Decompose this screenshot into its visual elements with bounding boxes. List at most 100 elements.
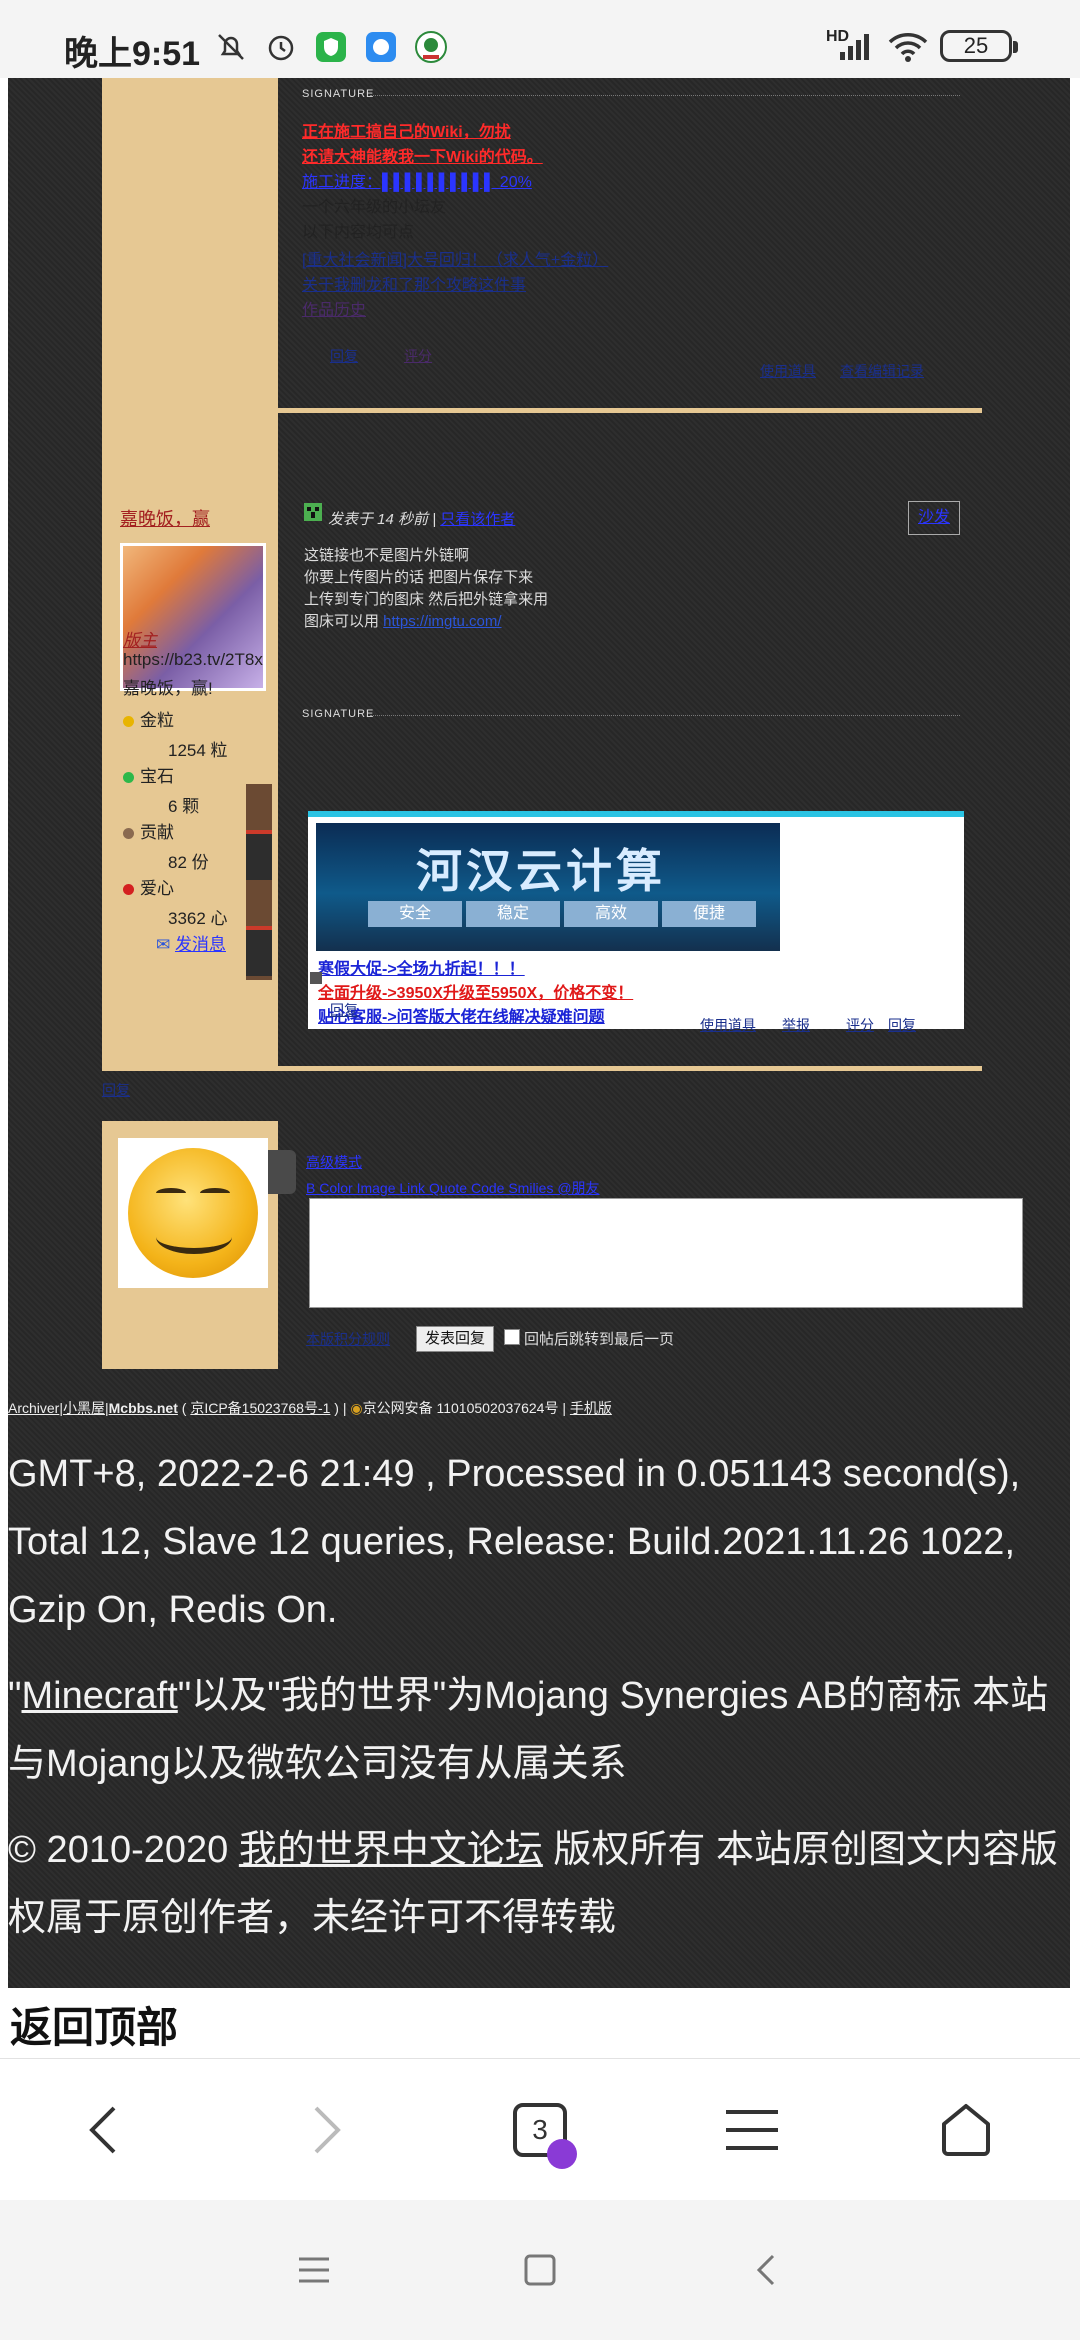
stat-gem: 宝石 xyxy=(123,762,174,787)
send-message-link[interactable]: 发消息 xyxy=(175,935,226,954)
home-nav-button[interactable] xyxy=(490,2230,590,2310)
forward-button[interactable] xyxy=(266,2059,386,2201)
submit-reply-button[interactable]: 发表回复 xyxy=(416,1326,494,1352)
back-nav-button[interactable] xyxy=(716,2230,816,2310)
post-meta: 发表于 14 秒前 | 只看该作者 xyxy=(328,511,516,528)
signature-line[interactable]: 正在施工搞自己的Wiki，勿扰 xyxy=(302,118,511,142)
ad-title: 河汉云计算 xyxy=(416,845,666,897)
ad-link[interactable]: 寒假大促->全场九折起！！！ xyxy=(318,955,525,979)
system-nav-bar xyxy=(0,2200,1080,2340)
hamburger-icon xyxy=(726,2110,778,2150)
imgtu-link[interactable]: https://imgtu.com/ xyxy=(383,613,501,630)
chevron-right-icon xyxy=(314,2106,341,2154)
quick-reply-label[interactable]: 回复 xyxy=(102,1080,130,1100)
tab-count: 3 xyxy=(513,2103,577,2169)
user-url: https://b23.tv/2T8x xyxy=(123,650,263,669)
reply-textarea[interactable] xyxy=(309,1198,1023,1308)
send-message-item[interactable]: ✉ 发消息 xyxy=(156,930,226,955)
browser-app-icon xyxy=(366,32,396,62)
battery-indicator: 25 xyxy=(940,30,1018,62)
brand-link[interactable]: Mcbbs.net xyxy=(109,1400,178,1416)
rate-link[interactable]: 评分 xyxy=(846,1015,874,1035)
post2-reply-link[interactable]: 回复 xyxy=(330,1000,358,1020)
post1-reply-link[interactable]: 回复 xyxy=(330,346,358,366)
stat-contribution-value: 82 份 xyxy=(168,853,209,872)
ad-link[interactable]: 全面升级->3950X升级至5950X，价格不变！ xyxy=(318,979,633,1003)
signature-link[interactable]: 关于我删龙和了那个攻略这件事 xyxy=(302,271,526,295)
blacklist-link[interactable]: 小黑屋 xyxy=(63,1400,105,1416)
tabs-button[interactable]: 3 xyxy=(480,2059,600,2201)
post1-rate-link[interactable]: 评分 xyxy=(404,346,432,366)
only-author-link[interactable]: 只看该作者 xyxy=(440,511,515,528)
signature-line[interactable]: 施工进度：▌▌▌▌▌▌▌▌▌▌ 20% xyxy=(302,168,532,192)
emblem-app-icon xyxy=(415,31,447,63)
post-divider xyxy=(102,1066,982,1071)
minecraft-link[interactable]: Minecraft xyxy=(22,1675,178,1717)
checkbox-label: 回帖后跳转到最后一页 xyxy=(524,1331,675,1348)
stat-contribution: 贡献 xyxy=(123,818,174,843)
post2-username[interactable]: 嘉晚饭，赢 xyxy=(120,505,210,531)
signature-line: 以下内容均可点 xyxy=(302,224,415,241)
signature-link[interactable]: [重大社会新闻]大号回归！（求人气+金粒） xyxy=(302,246,608,270)
contribution-icon xyxy=(123,828,134,840)
signature-line[interactable]: 还请大神能教我一下Wiki的代码。 xyxy=(302,143,543,167)
checkbox-icon xyxy=(310,972,322,984)
mute-bell-icon xyxy=(218,34,244,60)
square-icon xyxy=(524,2254,556,2286)
editor-toolbar[interactable]: B Color Image Link Quote Code Smilies @朋… xyxy=(306,1178,600,1198)
signature-ad[interactable]: 河汉云计算 安全 稳定 高效 便捷 寒假大促->全场九折起！！！ 全面升级->3… xyxy=(308,811,964,1029)
floor-number[interactable]: 沙发 xyxy=(908,501,960,535)
role-link[interactable]: 版主 xyxy=(123,631,157,650)
medal-column xyxy=(246,784,272,980)
jump-last-page-checkbox[interactable] xyxy=(504,1329,520,1345)
stat-gold-value: 1254 粒 xyxy=(168,741,228,760)
rules-link[interactable]: 本版积分规则 xyxy=(306,1329,390,1349)
ad-link[interactable]: 贴心客服->问答版大佬在线解决疑难问题 xyxy=(318,1003,605,1027)
icp-link[interactable]: 京ICP备15023768号-1 xyxy=(190,1400,330,1416)
back-button[interactable] xyxy=(44,2059,164,2201)
use-item-link[interactable]: 使用道具 xyxy=(700,1015,756,1035)
home-icon xyxy=(942,2104,990,2156)
signature-line: 一个六年级的小坛友 xyxy=(302,199,447,216)
home-button[interactable] xyxy=(906,2059,1026,2201)
forum-home-link[interactable]: 我的世界中文论坛 xyxy=(239,1829,543,1871)
advanced-mode-link[interactable]: 高级模式 xyxy=(306,1152,362,1172)
reply-link[interactable]: 回复 xyxy=(888,1015,916,1035)
post-body-line: 图床可以用 https://imgtu.com/ xyxy=(304,613,502,630)
browser-toolbar: 3 xyxy=(0,2058,1080,2200)
alarm-icon xyxy=(268,35,294,61)
signature-label: SIGNATURE xyxy=(302,88,964,100)
my-avatar[interactable] xyxy=(118,1138,268,1288)
signature-link[interactable]: 作品历史 xyxy=(302,296,366,320)
post-body-line: 你要上传图片的话 把图片保存下来 xyxy=(304,569,534,586)
copyright-notice: © 2010-2020 我的世界中文论坛 版权所有 本站原创图文内容版权属于原创… xyxy=(8,1829,1058,1939)
post-body-line: 上传到专门的图床 然后把外链拿来用 xyxy=(304,591,549,608)
use-item-link[interactable]: 使用道具 xyxy=(760,361,816,381)
ad-tag: 稳定 xyxy=(466,901,560,927)
ad-banner-image[interactable]: 河汉云计算 安全 稳定 高效 便捷 xyxy=(316,823,780,951)
mobile-link[interactable]: 手机版 xyxy=(570,1400,612,1416)
eye xyxy=(156,1188,186,1198)
wifi-icon xyxy=(888,33,928,62)
back-arrow-icon xyxy=(756,2254,775,2286)
menu-icon xyxy=(299,2257,329,2283)
edit-history-link[interactable]: 查看编辑记录 xyxy=(840,361,924,381)
police-badge-icon: ◉ xyxy=(350,1400,363,1416)
chevron-left-icon xyxy=(89,2106,116,2154)
menu-button[interactable] xyxy=(692,2059,812,2201)
envelope-icon: ✉ xyxy=(156,935,171,954)
post1-sidebar xyxy=(102,78,278,408)
gem-icon xyxy=(123,772,134,784)
eye xyxy=(200,1188,230,1198)
user-role: 版主 xyxy=(123,626,157,651)
post-body-line: 这链接也不是图片外链啊 xyxy=(304,547,470,564)
stat-gold: 金粒 xyxy=(123,706,174,731)
recents-button[interactable] xyxy=(264,2230,364,2310)
back-to-top-link[interactable]: 返回顶部 xyxy=(10,1994,178,2055)
ad-tag: 便捷 xyxy=(662,901,756,927)
forum-page: SIGNATURE 正在施工搞自己的Wiki，勿扰 还请大神能教我一下Wiki的… xyxy=(8,78,1070,1988)
processed-info: GMT+8, 2022-2-6 21:49 , Processed in 0.0… xyxy=(8,1453,1021,1631)
report-link[interactable]: 举报 xyxy=(782,1015,810,1035)
heart-icon xyxy=(123,884,134,896)
archiver-link[interactable]: Archiver xyxy=(8,1400,59,1416)
